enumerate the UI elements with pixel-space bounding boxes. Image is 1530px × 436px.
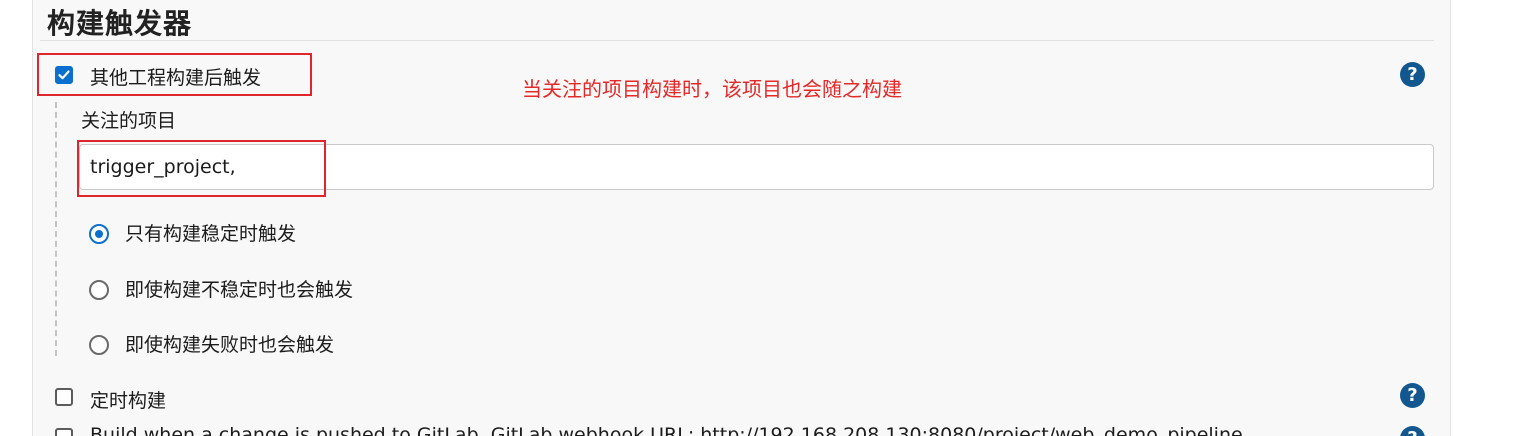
highlight-box-trigger (37, 53, 312, 96)
gitlab-trigger-checkbox[interactable] (55, 428, 73, 436)
section-title: 构建触发器 (47, 7, 193, 40)
scheduled-build-label[interactable]: 定时构建 (90, 386, 166, 413)
annotation-text: 当关注的项目构建时，该项目也会随之构建 (522, 77, 902, 101)
radio-stable-only-label[interactable]: 只有构建稳定时触发 (125, 219, 296, 246)
radio-unstable-too[interactable] (89, 280, 109, 300)
radio-unstable-too-label[interactable]: 即使构建不稳定时也会触发 (125, 275, 353, 302)
radio-stable-only[interactable] (89, 224, 109, 244)
gitlab-trigger-label[interactable]: Build when a change is pushed to GitLab.… (90, 426, 1243, 436)
help-question-icon[interactable]: ? (1400, 62, 1425, 87)
radio-failure-too[interactable] (89, 335, 109, 355)
help-question-icon[interactable]: ? (1400, 383, 1425, 408)
highlight-box-project (77, 140, 326, 197)
radio-failure-too-label[interactable]: 即使构建失败时也会触发 (125, 330, 334, 357)
help-question-icon[interactable]: ? (1400, 426, 1425, 436)
section-divider (40, 40, 1434, 41)
nested-options-guide (55, 102, 57, 356)
scheduled-build-checkbox[interactable] (55, 388, 73, 406)
watched-projects-label: 关注的项目 (81, 110, 177, 132)
gitlab-trigger-row: Build when a change is pushed to GitLab.… (0, 426, 1530, 436)
